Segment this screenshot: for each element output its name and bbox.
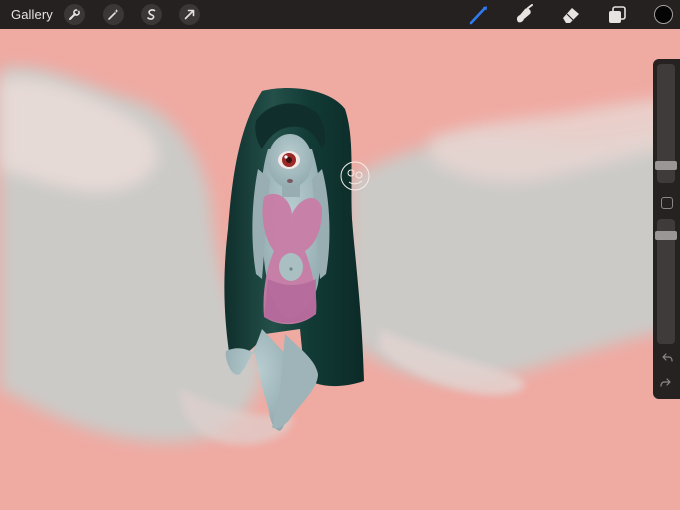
brush-size-thumb[interactable] bbox=[655, 161, 677, 170]
selection-icon bbox=[145, 8, 158, 21]
eraser-icon[interactable] bbox=[560, 4, 582, 26]
transform-button[interactable] bbox=[179, 4, 200, 25]
opacity-thumb[interactable] bbox=[655, 231, 677, 240]
brush-sidebar bbox=[653, 59, 680, 399]
actions-button[interactable] bbox=[64, 4, 85, 25]
undo-icon[interactable] bbox=[660, 352, 673, 365]
wrench-icon bbox=[68, 8, 81, 21]
drawing-canvas[interactable] bbox=[0, 29, 680, 510]
brush-icon[interactable] bbox=[468, 4, 490, 26]
transform-arrow-icon bbox=[183, 8, 196, 21]
smudge-icon[interactable] bbox=[513, 4, 535, 26]
layers-icon[interactable] bbox=[606, 4, 628, 26]
redo-icon[interactable] bbox=[660, 377, 673, 390]
magic-wand-icon bbox=[107, 8, 120, 21]
adjustments-button[interactable] bbox=[103, 4, 124, 25]
opacity-slider[interactable] bbox=[655, 219, 677, 344]
top-toolbar: Gallery bbox=[0, 0, 680, 29]
modify-button[interactable] bbox=[661, 197, 673, 209]
gallery-button[interactable]: Gallery bbox=[11, 7, 53, 22]
brush-size-slider[interactable] bbox=[655, 64, 677, 183]
color-picker-swatch[interactable] bbox=[654, 5, 673, 24]
selection-button[interactable] bbox=[141, 4, 162, 25]
